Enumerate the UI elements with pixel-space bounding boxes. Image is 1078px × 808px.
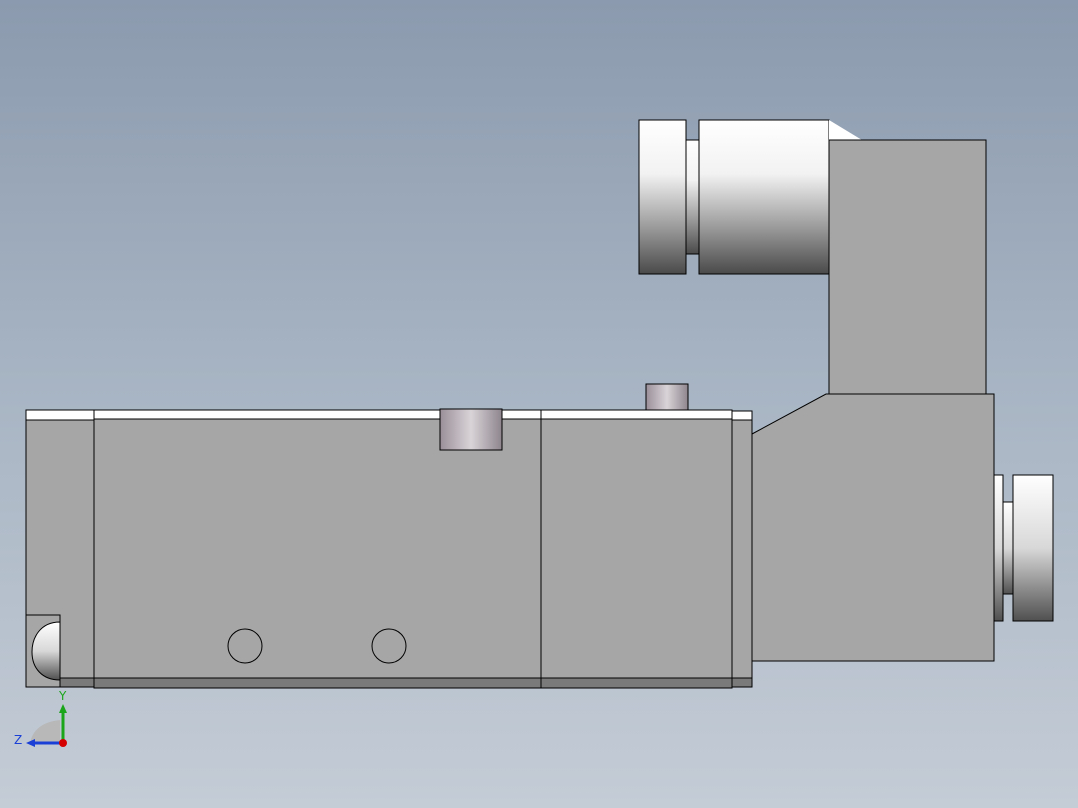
rear-body-section[interactable]: [540, 409, 733, 689]
mounting-hole[interactable]: [371, 628, 407, 664]
manual-override-knob[interactable]: [645, 383, 689, 412]
z-axis-arrow: [26, 739, 35, 747]
y-axis-arrow: [59, 704, 67, 713]
z-axis-label: Z: [14, 733, 22, 747]
valve-body[interactable]: [93, 409, 542, 689]
coil-housing-upper[interactable]: [828, 139, 987, 395]
adaptor-plate[interactable]: [731, 410, 753, 688]
graphics-viewport[interactable]: Y Z: [0, 0, 1078, 808]
solenoid-valve-model[interactable]: [0, 0, 1078, 808]
coil-housing-lower[interactable]: [751, 393, 995, 662]
x-axis-point: [59, 739, 67, 747]
pilot-exhaust-nub[interactable]: [439, 408, 503, 451]
mounting-hole[interactable]: [227, 628, 263, 664]
coordinate-triad: Y Z: [14, 689, 67, 747]
y-axis-label: Y: [58, 689, 67, 703]
right-connector[interactable]: [993, 474, 1054, 622]
